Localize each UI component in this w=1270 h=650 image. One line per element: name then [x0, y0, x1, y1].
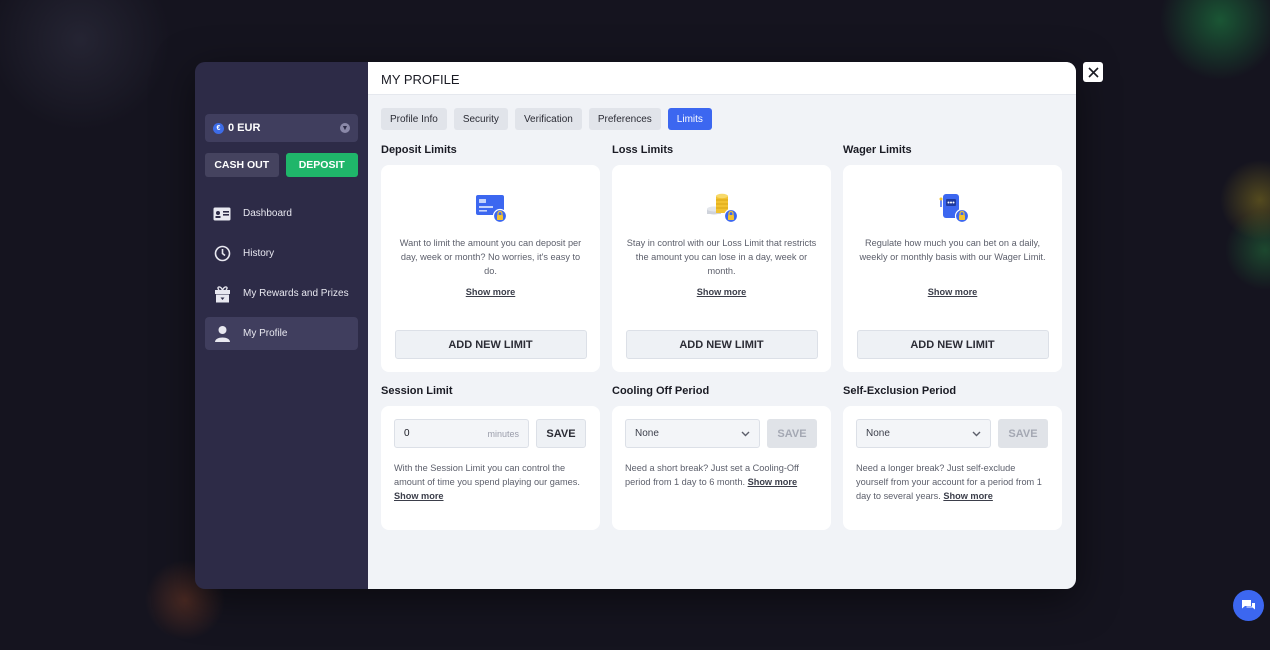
tab-verification[interactable]: Verification [514, 108, 582, 130]
loss-limits-section: Loss Limits Stay in control with our Los… [612, 142, 831, 372]
input-unit: minutes [487, 428, 519, 439]
show-more-link[interactable]: Show more [697, 287, 747, 297]
tab-profile-info[interactable]: Profile Info [381, 108, 447, 130]
cooling-off-card: None SAVE Need a short break? Just set a… [612, 406, 831, 530]
add-wager-limit-button[interactable]: ADD NEW LIMIT [856, 330, 1049, 359]
balance-selector[interactable]: € 0 EUR ▼ [205, 114, 358, 142]
tab-limits[interactable]: Limits [667, 108, 712, 130]
tab-security[interactable]: Security [453, 108, 508, 130]
show-more-link[interactable]: Show more [928, 287, 978, 297]
description-text: With the Session Limit you can control t… [394, 463, 580, 487]
cooling-off-save-button[interactable]: SAVE [767, 419, 817, 448]
cash-out-button[interactable]: CASH OUT [205, 153, 279, 177]
session-limit-card: 0 minutes SAVE With the Session Limit yo… [381, 406, 600, 530]
dashboard-card-icon [213, 205, 231, 223]
section-title: Self-Exclusion Period [843, 385, 957, 397]
deposit-limits-card: Want to limit the amount you can deposit… [381, 165, 600, 372]
close-modal-button[interactable] [1083, 62, 1103, 82]
add-loss-limit-button[interactable]: ADD NEW LIMIT [625, 330, 818, 359]
balance-amount: 0 EUR [228, 122, 261, 134]
euro-coin-icon: € [213, 122, 224, 134]
page-title: MY PROFILE [368, 62, 1076, 95]
wager-limits-section: Wager Limits Regulate how much you can b… [843, 142, 1062, 372]
user-icon [213, 325, 231, 343]
chat-bubble-icon [1242, 599, 1255, 609]
card-description: Stay in control with our Loss Limit that… [626, 238, 817, 276]
loss-limits-card: Stay in control with our Loss Limit that… [612, 165, 831, 372]
chat-button[interactable] [1233, 590, 1264, 621]
section-title: Cooling Off Period [612, 385, 710, 397]
cooling-off-select[interactable]: None [625, 419, 760, 448]
wager-limits-card: Regulate how much you can bet on a daily… [843, 165, 1062, 372]
section-title: Session Limit [381, 385, 453, 397]
close-icon [1087, 66, 1099, 78]
self-exclusion-section: Self-Exclusion Period None SAVE Need a l… [843, 383, 1062, 530]
show-more-link[interactable]: Show more [943, 491, 993, 501]
main-panel: MY PROFILE Profile Info Security Verific… [368, 62, 1076, 589]
credit-card-lock-icon [475, 195, 507, 224]
coins-lock-icon [706, 193, 738, 224]
card-description: Want to limit the amount you can deposit… [399, 238, 582, 276]
cooling-off-section: Cooling Off Period None SAVE Need a shor… [612, 383, 831, 530]
deposit-limits-section: Deposit Limits Want to limit the amount … [381, 142, 600, 372]
show-more-link[interactable]: Show more [394, 491, 444, 501]
slot-machine-lock-icon [939, 194, 969, 224]
card-description: Need a short break? Just set a Cooling-O… [625, 461, 818, 489]
sidebar-item-label: Dashboard [243, 208, 292, 219]
chevron-down-icon [740, 429, 750, 439]
self-exclusion-save-button[interactable]: SAVE [998, 419, 1048, 448]
sidebar-item-my-profile[interactable]: My Profile [205, 317, 358, 350]
sidebar-nav: Dashboard History My Rewards and Prizes … [205, 197, 358, 350]
card-description: With the Session Limit you can control t… [394, 461, 587, 503]
section-title: Wager Limits [843, 144, 912, 156]
select-value: None [635, 428, 659, 439]
sidebar-item-label: History [243, 248, 275, 259]
sidebar-item-rewards[interactable]: My Rewards and Prizes [205, 277, 358, 310]
profile-tabs: Profile Info Security Verification Prefe… [368, 95, 1076, 130]
sidebar: € 0 EUR ▼ CASH OUT DEPOSIT Dashboard His… [195, 62, 368, 589]
card-description: Regulate how much you can bet on a daily… [859, 238, 1046, 262]
chevron-down-icon: ▼ [340, 123, 350, 133]
session-minutes-input[interactable]: 0 minutes [394, 419, 529, 448]
sidebar-item-history[interactable]: History [205, 237, 358, 270]
tab-preferences[interactable]: Preferences [588, 108, 661, 130]
session-limit-section: Session Limit 0 minutes SAVE With the Se… [381, 383, 600, 530]
sidebar-item-label: My Profile [243, 328, 288, 339]
self-exclusion-select[interactable]: None [856, 419, 991, 448]
self-exclusion-card: None SAVE Need a longer break? Just self… [843, 406, 1062, 530]
gift-icon [213, 285, 231, 303]
sidebar-item-label: My Rewards and Prizes [243, 288, 349, 299]
profile-modal: € 0 EUR ▼ CASH OUT DEPOSIT Dashboard His… [195, 62, 1076, 589]
clock-icon [213, 245, 231, 263]
sidebar-item-dashboard[interactable]: Dashboard [205, 197, 358, 230]
section-title: Loss Limits [612, 144, 674, 156]
input-value: 0 [404, 428, 410, 439]
section-title: Deposit Limits [381, 144, 457, 156]
add-deposit-limit-button[interactable]: ADD NEW LIMIT [394, 330, 587, 359]
show-more-link[interactable]: Show more [748, 477, 798, 487]
session-save-button[interactable]: SAVE [536, 419, 586, 448]
select-value: None [866, 428, 890, 439]
show-more-link[interactable]: Show more [466, 287, 516, 297]
limits-grid: Deposit Limits Want to limit the amount … [381, 142, 1062, 530]
chevron-down-icon [971, 429, 981, 439]
card-description: Need a longer break? Just self-exclude y… [856, 461, 1049, 503]
deposit-button[interactable]: DEPOSIT [285, 153, 358, 177]
